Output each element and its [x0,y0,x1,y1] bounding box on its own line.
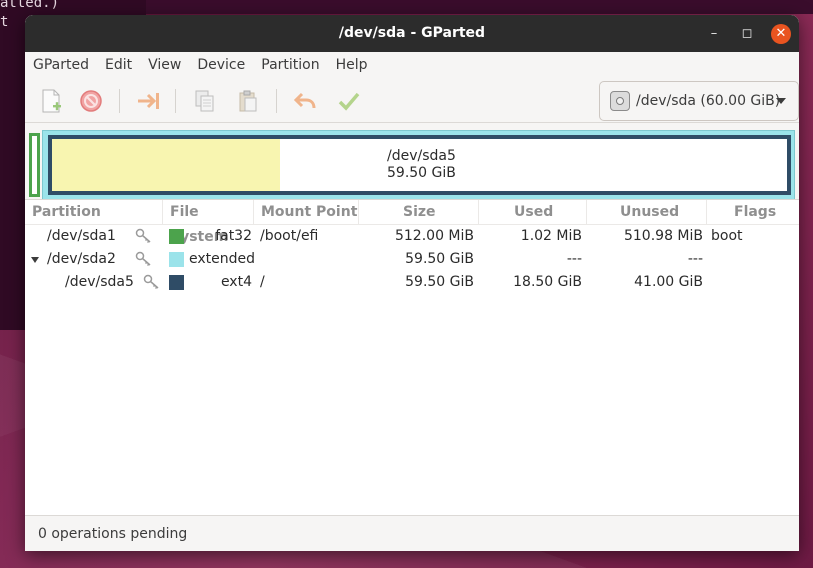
cell-used: 1.02 MiB [520,228,582,244]
disk-map: /dev/sda5 59.50 GiB [25,123,799,204]
menu-help[interactable]: Help [328,52,376,79]
disk-map-partition-size: 59.50 GiB [387,165,456,181]
cell-partition: /dev/sda5 [65,274,134,290]
cell-size: 512.00 MiB [394,228,474,244]
background-terminal-text: atted.) [0,0,60,11]
fs-color-swatch [169,275,184,290]
harddisk-icon [610,91,630,111]
background-terminal-text: t [0,14,9,30]
disk-map-frame: /dev/sda5 59.50 GiB [29,130,795,200]
paste-icon[interactable] [230,83,266,119]
menu-edit[interactable]: Edit [97,52,140,79]
table-row[interactable]: /dev/sda2 extended 59.50 GiB --- --- [25,248,799,271]
toolbar: /dev/sda (60.00 GiB) [25,79,799,123]
disk-map-sda2-extended[interactable]: /dev/sda5 59.50 GiB [42,130,795,200]
status-text: 0 operations pending [38,526,188,542]
toolbar-separator [276,89,277,113]
table-row[interactable]: /dev/sda5 ext4 / 59.50 GiB 18.50 GiB 41.… [25,271,799,294]
undo-icon[interactable] [287,83,323,119]
apply-icon[interactable] [331,83,367,119]
fs-color-swatch [169,252,184,267]
menu-bar: GParted Edit View Device Partition Help [25,52,799,79]
chevron-down-icon[interactable] [31,257,39,263]
table-header: Partition File System Mount Point Size U… [25,200,799,245]
cell-used: 18.50 GiB [513,274,582,290]
column-header-flags[interactable]: Flags [706,200,799,225]
key-icon [135,228,151,244]
new-partition-icon[interactable] [33,83,69,119]
fs-color-swatch [169,229,184,244]
cell-file-system: extended [189,251,256,267]
chevron-down-icon [776,98,786,104]
minimize-button[interactable]: – [704,24,724,44]
cell-unused: 41.00 GiB [634,274,703,290]
window-title: /dev/sda - GParted [338,25,486,41]
cell-partition: /dev/sda1 [47,228,116,244]
cell-file-system: fat32 [215,228,252,244]
menu-gparted[interactable]: GParted [25,52,97,79]
cell-partition: /dev/sda2 [47,251,116,267]
close-button[interactable]: ✕ [771,24,791,44]
toolbar-separator [175,89,176,113]
cell-mount-point: /boot/efi [260,228,319,244]
background-terminal-strip [146,0,813,14]
key-icon [143,274,159,290]
maximize-button[interactable]: ◻ [737,24,757,44]
column-header-file-system[interactable]: File System [162,200,253,245]
device-selector[interactable]: /dev/sda (60.00 GiB) [599,81,799,121]
copy-icon[interactable] [187,83,223,119]
menu-view[interactable]: View [140,52,189,79]
column-header-unused[interactable]: Unused [586,200,706,225]
resize-move-icon[interactable] [131,83,167,119]
column-header-used[interactable]: Used [478,200,586,225]
cell-file-system: ext4 [220,274,252,290]
menu-partition[interactable]: Partition [253,52,327,79]
device-selector-label: /dev/sda (60.00 GiB) [636,93,781,109]
disk-map-label: /dev/sda5 59.50 GiB [387,148,456,182]
status-bar: 0 operations pending [25,515,799,551]
cell-unused: 510.98 MiB [623,228,703,244]
disk-map-sda5[interactable]: /dev/sda5 59.50 GiB [48,135,791,195]
gparted-window: /dev/sda - GParted – ◻ ✕ GParted Edit Vi… [25,15,799,551]
disk-map-sda1[interactable] [29,133,40,197]
disk-map-used-space [52,139,280,191]
key-icon [135,251,151,267]
table-row[interactable]: /dev/sda1 fat32 /boot/efi 512.00 MiB 1.0… [25,225,799,248]
cell-unused: --- [687,251,703,267]
toolbar-separator [119,89,120,113]
delete-icon[interactable] [73,83,109,119]
title-bar[interactable]: /dev/sda - GParted – ◻ ✕ [25,15,799,52]
disk-map-partition-name: /dev/sda5 [387,148,456,164]
cell-flags: boot [711,228,743,244]
menu-device[interactable]: Device [189,52,253,79]
column-header-mount-point[interactable]: Mount Point [253,200,358,225]
cell-size: 59.50 GiB [405,274,474,290]
cell-mount-point: / [260,274,265,290]
column-header-partition[interactable]: Partition [25,200,162,225]
column-header-size[interactable]: Size [358,200,478,225]
partition-table: Partition File System Mount Point Size U… [25,199,799,515]
cell-size: 59.50 GiB [405,251,474,267]
cell-used: --- [566,251,582,267]
